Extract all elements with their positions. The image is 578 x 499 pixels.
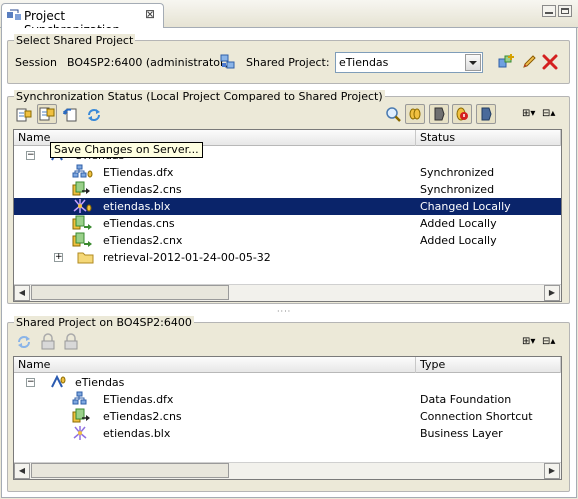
column-header-type[interactable]: Type xyxy=(416,357,561,373)
session-label: Session xyxy=(15,56,57,69)
editor-tab-bar: Project Synchronization ⊠ xyxy=(0,0,578,37)
filter-deleted-button[interactable] xyxy=(476,104,496,124)
revert-icon[interactable] xyxy=(61,105,81,125)
scroll-thumb[interactable] xyxy=(31,463,229,478)
create-project-icon[interactable] xyxy=(497,53,515,74)
lock-icon[interactable] xyxy=(38,332,58,352)
row-name: eTiendas2.cns xyxy=(103,183,182,196)
table-header: Name Type xyxy=(14,357,561,373)
table-row[interactable]: ETiendas.dfx Synchronized xyxy=(14,164,561,181)
unlock-icon[interactable] xyxy=(61,332,81,352)
filter-conflicts-button[interactable] xyxy=(452,104,472,124)
row-name: eTiendas2.cns xyxy=(103,410,182,423)
scroll-right-button[interactable]: ▶ xyxy=(544,463,560,479)
group-title: Synchronization Status (Local Project Co… xyxy=(14,90,385,103)
project-sync-icon xyxy=(6,9,22,26)
row-name: eTiendas.cns xyxy=(103,217,175,230)
collapse-all-icon[interactable]: ⊟▴ xyxy=(542,108,556,122)
table-row[interactable]: etiendas.blx Business Layer xyxy=(14,425,561,442)
row-name: ETiendas.dfx xyxy=(103,393,174,406)
collapse-all-icon[interactable]: ⊟▴ xyxy=(542,336,556,350)
business-layer-icon xyxy=(72,425,94,446)
row-status: Added Locally xyxy=(420,217,497,230)
minimize-button[interactable] xyxy=(542,5,556,17)
collapse-toggle[interactable]: − xyxy=(26,378,35,387)
table-row[interactable]: eTiendas2.cns Synchronized xyxy=(14,181,561,198)
row-status: Synchronized xyxy=(420,183,495,196)
shared-project-select[interactable]: eTiendas xyxy=(335,52,483,73)
horizontal-scrollbar[interactable]: ◀ ▶ xyxy=(14,284,561,301)
row-type: Connection Shortcut xyxy=(420,410,533,423)
expand-all-icon[interactable]: ⊞▾ xyxy=(522,108,536,122)
tree-root-label: eTiendas xyxy=(75,376,125,389)
table-row[interactable]: ETiendas.dfx Data Foundation xyxy=(14,391,561,408)
folder-name: retrieval-2012-01-24-00-05-32 xyxy=(103,251,271,264)
table-row[interactable]: eTiendas2.cnx Added Locally xyxy=(14,232,561,249)
scroll-left-button[interactable]: ◀ xyxy=(14,463,30,479)
tooltip: Save Changes on Server... xyxy=(50,142,203,158)
expand-all-icon[interactable]: ⊞▾ xyxy=(522,336,536,350)
delete-icon[interactable] xyxy=(541,53,559,74)
column-header-name[interactable]: Name xyxy=(14,357,416,373)
row-name: etiendas.blx xyxy=(103,427,171,440)
row-name: etiendas.blx xyxy=(103,200,171,213)
column-header-status[interactable]: Status xyxy=(416,130,561,146)
shared-project-table: Name Type − eTiendas ETiendas.dfx Data F… xyxy=(13,356,562,480)
shared-project-value: eTiendas xyxy=(339,56,389,69)
row-name: eTiendas2.cnx xyxy=(103,234,183,247)
collapse-toggle[interactable]: − xyxy=(26,151,35,160)
row-type: Data Foundation xyxy=(420,393,512,406)
filter-changed-button[interactable] xyxy=(429,104,449,124)
folder-row[interactable]: + retrieval-2012-01-24-00-05-32 xyxy=(14,249,561,266)
folder-icon xyxy=(77,250,95,269)
search-filter-icon[interactable] xyxy=(384,105,404,125)
row-status: Added Locally xyxy=(420,234,497,247)
maximize-button[interactable] xyxy=(558,5,572,17)
scroll-left-button[interactable]: ◀ xyxy=(14,285,30,301)
session-value: BO4SP2:6400 (administrator) xyxy=(67,56,229,69)
horizontal-scrollbar[interactable]: ◀ ▶ xyxy=(14,462,561,479)
expand-toggle[interactable]: + xyxy=(54,253,63,262)
chevron-down-icon[interactable] xyxy=(465,54,481,71)
close-icon[interactable]: ⊠ xyxy=(145,7,155,21)
save-changes-on-server-button[interactable] xyxy=(37,104,57,124)
row-status: Synchronized xyxy=(420,166,495,179)
session-icon[interactable] xyxy=(219,53,237,74)
edit-pencil-icon[interactable] xyxy=(520,53,538,74)
row-name: ETiendas.dfx xyxy=(103,166,174,179)
table-row[interactable]: eTiendas.cns Added Locally xyxy=(14,215,561,232)
scroll-thumb[interactable] xyxy=(31,285,229,300)
group-title: Select Shared Project xyxy=(14,34,136,47)
refresh-icon[interactable] xyxy=(14,332,34,352)
scroll-right-button[interactable]: ▶ xyxy=(544,285,560,301)
row-status: Changed Locally xyxy=(420,200,511,213)
shared-project-label: Shared Project: xyxy=(246,56,330,69)
row-type: Business Layer xyxy=(420,427,503,440)
table-row-selected[interactable]: etiendas.blx Changed Locally xyxy=(14,198,561,215)
tab-project-synchronization[interactable]: Project Synchronization ⊠ xyxy=(1,3,164,37)
refresh-icon[interactable] xyxy=(84,105,104,125)
table-row[interactable]: eTiendas2.cns Connection Shortcut xyxy=(14,408,561,425)
group-title: Shared Project on BO4SP2:6400 xyxy=(14,316,194,329)
filter-synchronized-button[interactable] xyxy=(405,104,425,124)
tree-root-row[interactable]: − eTiendas xyxy=(14,374,561,391)
sash-handle[interactable]: ···· xyxy=(277,307,291,316)
get-changes-icon[interactable] xyxy=(14,105,34,125)
